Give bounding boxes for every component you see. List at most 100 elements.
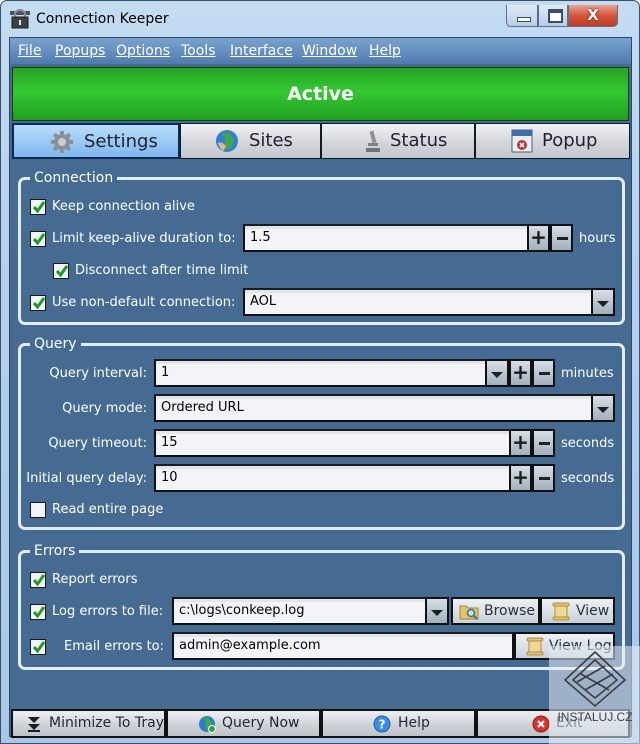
app-window: Connection Keeper X File Popups Options … (0, 0, 640, 744)
minimize-to-tray-label: Minimize To Tray (49, 715, 164, 731)
limit-duration-checkbox[interactable] (30, 231, 46, 247)
query-timeout-decrement-button[interactable] (532, 429, 555, 457)
initial-delay-decrement-button[interactable] (532, 464, 555, 492)
maximize-window-button[interactable] (538, 5, 568, 27)
query-timeout-increment-button[interactable] (509, 429, 532, 457)
query-now-label: Query Now (222, 715, 300, 731)
report-errors-label: Report errors (52, 572, 138, 587)
duration-unit-label: hours (579, 231, 616, 246)
errors-group: Errors Report errors Log errors to file:… (18, 542, 625, 670)
menu-options[interactable]: Options (116, 43, 170, 59)
tab-settings-label: Settings (84, 131, 158, 152)
view-log-file-button[interactable]: View (540, 597, 615, 625)
exit-x-icon (532, 715, 550, 733)
folder-search-icon (459, 605, 479, 620)
keep-alive-label: Keep connection alive (52, 199, 195, 214)
tab-status[interactable]: Status (321, 123, 475, 159)
menu-help[interactable]: Help (369, 43, 401, 59)
query-interval-unit: minutes (561, 366, 614, 381)
non-default-checkbox[interactable] (30, 295, 46, 311)
limit-duration-label: Limit keep-alive duration to: (52, 231, 236, 246)
checkmark-icon (32, 297, 46, 310)
globe-refresh-icon (199, 716, 216, 733)
query-interval-dropdown-button[interactable] (485, 359, 509, 387)
globe-icon (216, 130, 238, 152)
minimize-window-button[interactable] (506, 5, 538, 27)
query-interval-input[interactable]: 1 (154, 359, 488, 387)
minimize-to-tray-button[interactable]: Minimize To Tray (11, 709, 166, 738)
tab-status-label: Status (390, 130, 448, 151)
initial-delay-label: Initial query delay: (26, 471, 147, 486)
email-errors-checkbox[interactable] (30, 639, 46, 655)
query-interval-decrement-button[interactable] (532, 359, 555, 387)
checkmark-icon (32, 641, 46, 654)
microscope-icon (366, 130, 380, 152)
connection-dropdown-button[interactable] (591, 288, 615, 316)
query-timeout-input[interactable]: 15 (154, 429, 512, 457)
view-label: View (576, 603, 610, 619)
tab-sites-label: Sites (249, 130, 293, 151)
errors-group-title: Errors (30, 542, 80, 560)
initial-delay-input[interactable]: 10 (154, 464, 512, 492)
email-input[interactable]: admin@example.com (172, 632, 514, 660)
query-mode-label: Query mode: (62, 401, 147, 416)
tab-popup[interactable]: Popup (475, 123, 630, 159)
duration-increment-button[interactable] (527, 224, 550, 252)
query-group: Query Query interval: 1 minutes Query mo… (18, 335, 625, 530)
checkmark-icon (32, 233, 46, 246)
watermark-text: INSTALUJ.CZ (557, 710, 633, 724)
tab-sites[interactable]: Sites (180, 123, 321, 159)
menu-file[interactable]: File (18, 43, 41, 59)
query-interval-label: Query interval: (49, 366, 147, 381)
email-errors-label: Email errors to: (64, 639, 165, 654)
log-errors-label: Log errors to file: (52, 604, 164, 619)
query-timeout-label: Query timeout: (48, 436, 147, 451)
title-bar[interactable]: Connection Keeper X (1, 1, 639, 37)
padlock-app-icon (10, 9, 30, 29)
report-errors-checkbox[interactable] (30, 572, 46, 588)
query-mode-dropdown-button[interactable] (591, 394, 615, 422)
help-button[interactable]: ? Help (321, 709, 476, 738)
initial-delay-unit: seconds (561, 471, 615, 486)
disconnect-after-checkbox[interactable] (53, 263, 69, 279)
tab-settings[interactable]: Settings (12, 123, 180, 159)
status-banner: Active (12, 67, 629, 121)
connection-group-title: Connection (30, 169, 118, 187)
query-group-title: Query (30, 335, 81, 353)
browse-label: Browse (484, 603, 535, 619)
svg-text:?: ? (379, 718, 386, 732)
browse-button[interactable]: Browse (451, 597, 540, 625)
non-default-label: Use non-default connection: (52, 295, 236, 310)
popup-window-icon (511, 129, 533, 153)
checkmark-icon (32, 201, 46, 214)
menu-bar: File Popups Options Tools Interface Wind… (10, 38, 631, 64)
double-chevron-down-icon (28, 717, 40, 732)
keep-alive-checkbox[interactable] (30, 199, 46, 215)
checkmark-icon (32, 606, 46, 619)
menu-tools[interactable]: Tools (181, 43, 216, 59)
log-file-dropdown-button[interactable] (425, 597, 449, 625)
close-icon: X (587, 6, 599, 24)
tab-popup-label: Popup (542, 130, 598, 151)
query-mode-select[interactable]: Ordered URL (154, 394, 595, 422)
client-area: File Popups Options Tools Interface Wind… (9, 37, 632, 738)
menu-window[interactable]: Window (302, 43, 357, 59)
menu-popups[interactable]: Popups (55, 43, 105, 59)
initial-delay-increment-button[interactable] (509, 464, 532, 492)
close-window-button[interactable]: X (568, 5, 618, 27)
read-entire-page-checkbox[interactable] (30, 502, 46, 518)
menu-interface[interactable]: Interface (230, 43, 293, 59)
disconnect-after-label: Disconnect after time limit (75, 263, 249, 278)
connection-select[interactable]: AOL (243, 288, 595, 316)
query-interval-increment-button[interactable] (509, 359, 532, 387)
scroll-icon (552, 602, 570, 621)
query-now-button[interactable]: Query Now (166, 709, 321, 738)
read-entire-page-label: Read entire page (52, 502, 164, 517)
duration-decrement-button[interactable] (550, 224, 573, 252)
help-question-icon: ? (373, 715, 391, 733)
help-label: Help (398, 715, 430, 731)
checkmark-icon (32, 574, 46, 587)
limit-duration-input[interactable]: 1.5 (243, 224, 529, 252)
log-errors-checkbox[interactable] (30, 604, 46, 620)
log-file-input[interactable]: c:\logs\conkeep.log (172, 597, 428, 625)
